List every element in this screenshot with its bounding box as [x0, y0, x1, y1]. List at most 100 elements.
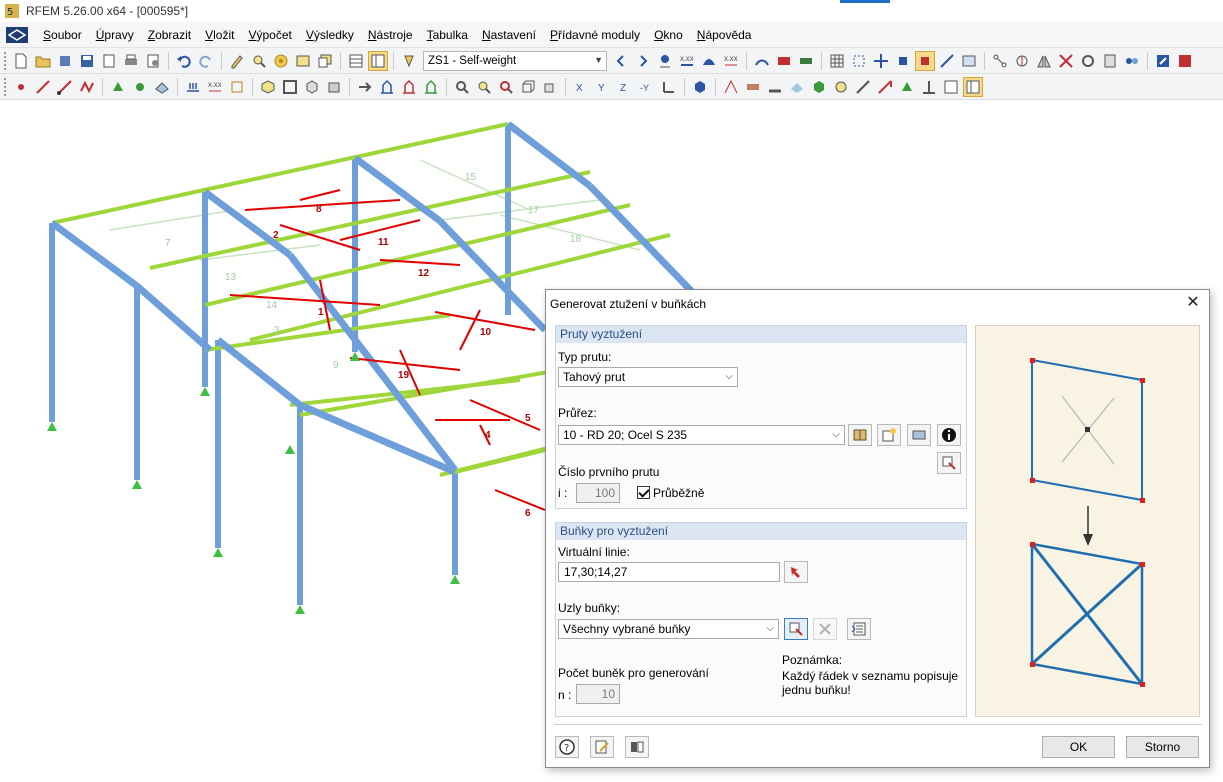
new-section-button[interactable]	[877, 424, 901, 446]
zoom-out-icon[interactable]	[496, 77, 516, 97]
cell-count-input[interactable]: 10	[576, 684, 620, 704]
solid-display-icon[interactable]	[809, 77, 829, 97]
cancel-button[interactable]: Storno	[1126, 736, 1199, 758]
load-grid-icon[interactable]	[227, 77, 247, 97]
next-load-case-icon[interactable]	[633, 51, 653, 71]
mirror-icon[interactable]	[1034, 51, 1054, 71]
result-values-icon[interactable]: X.XX	[677, 51, 697, 71]
view-iso-icon[interactable]	[258, 77, 278, 97]
solid-icon[interactable]	[743, 77, 763, 97]
snap-node-icon[interactable]	[893, 51, 913, 71]
menu-tabulka[interactable]: Tabulka	[420, 28, 475, 42]
print-icon[interactable]	[121, 51, 141, 71]
load-case-select[interactable]: ZS1 - Self-weight ▼	[423, 50, 607, 71]
arrow-right-icon[interactable]	[355, 77, 375, 97]
stack-icon[interactable]	[55, 51, 75, 71]
hinge-icon[interactable]	[130, 77, 150, 97]
table-icon[interactable]	[346, 51, 366, 71]
menu-nastaveni[interactable]: Nastavení	[475, 28, 543, 42]
open-folder-icon[interactable]	[33, 51, 53, 71]
close-icon[interactable]: ✕	[1185, 295, 1201, 311]
polyline-icon[interactable]	[77, 77, 97, 97]
section-select[interactable]: 10 - RD 20; Ocel S 235 ⌵	[558, 425, 845, 445]
support-display-icon[interactable]	[897, 77, 917, 97]
view-y-icon[interactable]: Y	[593, 77, 613, 97]
close-view-icon[interactable]	[1175, 51, 1195, 71]
view-z-icon[interactable]: Z	[615, 77, 635, 97]
deformation-icon[interactable]	[752, 51, 772, 71]
structure-result-icon[interactable]	[421, 77, 441, 97]
pick-lines-button[interactable]	[784, 561, 808, 583]
view-axes-icon[interactable]	[659, 77, 679, 97]
result-diagram-icon[interactable]	[699, 51, 719, 71]
menu-vypocet[interactable]: Výpočet	[241, 28, 298, 42]
view-minus-y-icon[interactable]: -Y	[637, 77, 657, 97]
background-layer-icon[interactable]	[959, 51, 979, 71]
grid-view-icon[interactable]	[827, 51, 847, 71]
surface-display-icon[interactable]	[787, 77, 807, 97]
delete-cells-button[interactable]	[813, 618, 837, 640]
target-icon[interactable]	[271, 51, 291, 71]
snap-intersection-icon[interactable]	[915, 50, 935, 71]
cross-bracing-icon[interactable]	[1056, 51, 1076, 71]
wireframe-icon[interactable]	[721, 77, 741, 97]
guide-lines-icon[interactable]	[937, 51, 957, 71]
report-icon[interactable]	[143, 51, 163, 71]
select-cells-button[interactable]	[784, 618, 808, 640]
new-file-icon[interactable]	[11, 51, 31, 71]
navigator-table-icon[interactable]	[368, 50, 388, 71]
menu-vlozit[interactable]: Vložit	[198, 28, 241, 42]
load-display-icon[interactable]	[875, 77, 895, 97]
node-icon[interactable]	[11, 77, 31, 97]
section-info-button[interactable]	[937, 424, 961, 446]
section-library-button[interactable]	[848, 424, 872, 446]
calculator-icon[interactable]	[1100, 51, 1120, 71]
display-button[interactable]	[625, 736, 649, 758]
show-results-icon[interactable]	[655, 51, 675, 71]
menu-upravy[interactable]: Úpravy	[89, 28, 141, 42]
toolbar-grip[interactable]	[4, 51, 7, 70]
rotate-view-icon[interactable]	[1078, 51, 1098, 71]
structure-load-icon[interactable]	[399, 77, 419, 97]
edit-pencil-icon[interactable]	[227, 51, 247, 71]
previous-load-case-icon[interactable]	[611, 51, 631, 71]
view-box-icon[interactable]	[324, 77, 344, 97]
edit-section-button[interactable]	[907, 424, 931, 446]
cube-view-icon[interactable]	[518, 77, 538, 97]
export-icon[interactable]	[1153, 51, 1173, 71]
zoom-all-icon[interactable]	[452, 77, 472, 97]
view-frame-icon[interactable]	[280, 77, 300, 97]
snap-objects-icon[interactable]	[871, 51, 891, 71]
panel-display-icon[interactable]	[963, 76, 983, 97]
line-icon[interactable]	[33, 77, 53, 97]
opening-icon[interactable]	[831, 77, 851, 97]
snap-grid-icon[interactable]	[849, 51, 869, 71]
first-member-input[interactable]: 100	[576, 483, 620, 503]
result-labels-icon[interactable]: X.XX	[721, 51, 741, 71]
measure-angle-icon[interactable]	[1012, 51, 1032, 71]
member-display-icon[interactable]	[765, 77, 785, 97]
toolbar-grip[interactable]	[4, 77, 7, 96]
smooth-results-icon[interactable]	[796, 51, 816, 71]
cells-list-button[interactable]	[847, 618, 871, 640]
load-member-icon[interactable]	[183, 77, 203, 97]
menu-zobrazit[interactable]: Zobrazit	[141, 28, 198, 42]
view-3d-icon[interactable]	[302, 77, 322, 97]
menu-okno[interactable]: Okno	[647, 28, 690, 42]
continuous-checkbox[interactable]	[637, 486, 650, 499]
dlubal-logo-icon[interactable]	[6, 26, 28, 43]
member-type-select[interactable]: Tahový prut ⌵	[558, 367, 738, 387]
undo-icon[interactable]	[174, 51, 194, 71]
select-window-icon[interactable]	[293, 51, 313, 71]
zoom-window-icon[interactable]	[474, 77, 494, 97]
dimension-icon[interactable]	[990, 51, 1010, 71]
member-icon[interactable]	[55, 77, 75, 97]
ok-button[interactable]: OK	[1042, 736, 1115, 758]
modules-icon[interactable]	[1122, 51, 1142, 71]
line-display-icon[interactable]	[853, 77, 873, 97]
render-mode-icon[interactable]	[690, 77, 710, 97]
view-x-icon[interactable]: X	[571, 77, 591, 97]
cell-nodes-select[interactable]: Všechny vybrané buňky ⌵	[558, 619, 779, 639]
pick-member-button[interactable]	[937, 452, 961, 474]
table-display-icon[interactable]	[941, 77, 961, 97]
